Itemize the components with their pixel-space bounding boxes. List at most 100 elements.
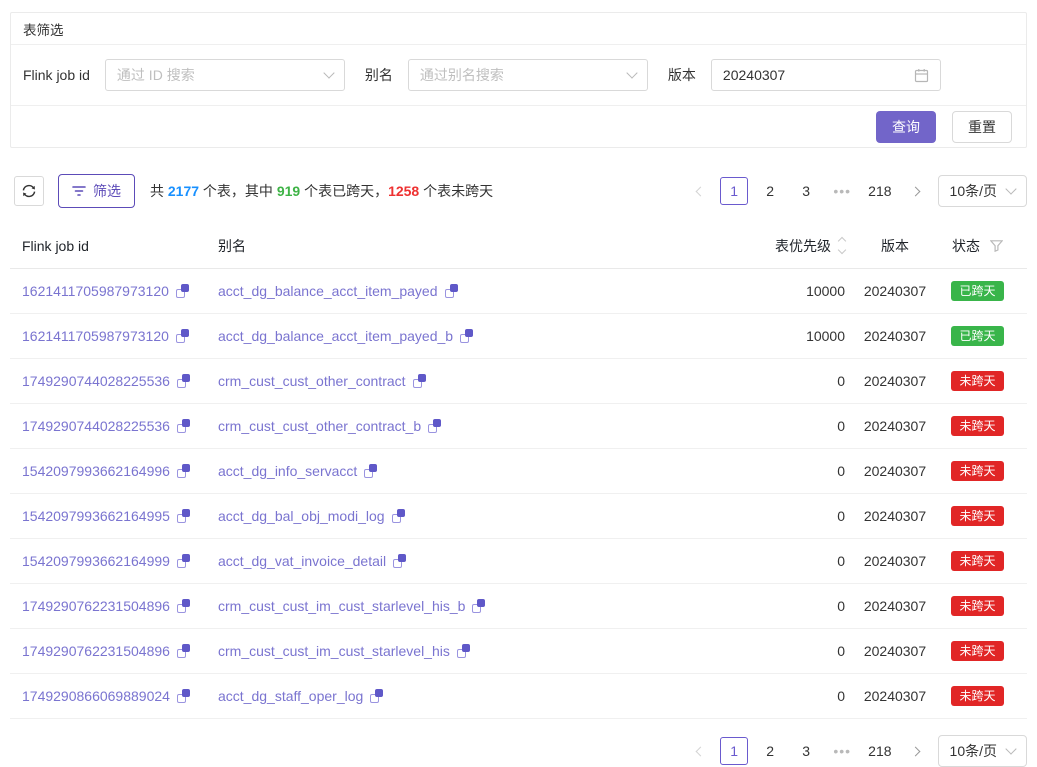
page-ellipsis[interactable]: ••• — [828, 177, 856, 205]
table-row: 1749290866069889024 acct_dg_staff_oper_l… — [10, 674, 1027, 719]
version-date-input[interactable]: 20240307 — [711, 59, 941, 91]
copy-icon[interactable] — [177, 554, 190, 568]
reset-button[interactable]: 重置 — [952, 111, 1012, 143]
flink-job-id-link[interactable]: 1542097993662164995 — [22, 508, 170, 524]
priority-cell: 0 — [720, 463, 850, 479]
copy-icon[interactable] — [413, 374, 426, 388]
version-cell: 20240307 — [850, 328, 940, 344]
prev-page-button[interactable] — [688, 737, 712, 765]
filter-button[interactable]: 筛选 — [58, 174, 135, 208]
stats-prefix: 共 — [150, 183, 168, 199]
copy-icon[interactable] — [460, 329, 473, 343]
version-cell: 20240307 — [850, 688, 940, 704]
copy-icon[interactable] — [364, 464, 377, 478]
alias-link[interactable]: crm_cust_cust_im_cust_starlevel_his — [218, 643, 450, 659]
alias-link[interactable]: crm_cust_cust_other_contract_b — [218, 418, 421, 434]
flink-job-id-link[interactable]: 1749290744028225536 — [22, 373, 170, 389]
copy-icon[interactable] — [392, 509, 405, 523]
priority-cell: 0 — [720, 598, 850, 614]
table-row: 1621411705987973120 acct_dg_balance_acct… — [10, 269, 1027, 314]
table-stats: 共 2177 个表，其中 919 个表已跨天，1258 个表未跨天 — [150, 181, 493, 201]
copy-icon[interactable] — [177, 374, 190, 388]
funnel-icon[interactable] — [990, 240, 1003, 252]
stats-suffix: 个表未跨天 — [419, 183, 493, 199]
stats-mid1: 个表，其中 — [199, 183, 277, 199]
copy-icon[interactable] — [177, 464, 190, 478]
flink-job-id-link[interactable]: 1749290866069889024 — [22, 688, 170, 704]
alias-link[interactable]: acct_dg_staff_oper_log — [218, 688, 363, 704]
table-row: 1749290762231504896 crm_cust_cust_im_cus… — [10, 629, 1027, 674]
refresh-button[interactable] — [14, 176, 44, 206]
alias-placeholder: 通过别名搜索 — [420, 65, 628, 85]
copy-icon[interactable] — [177, 599, 190, 613]
page-button-1[interactable]: 1 — [720, 737, 748, 765]
stats-total-count: 2177 — [168, 183, 199, 199]
filter-card: 表筛选 Flink job id 通过 ID 搜索 别名 通过别名搜索 版本 2… — [10, 12, 1027, 148]
status-badge: 未跨天 — [951, 506, 1003, 526]
copy-icon[interactable] — [445, 284, 458, 298]
table-row: 1542097993662164999 acct_dg_vat_invoice_… — [10, 539, 1027, 584]
priority-cell: 10000 — [720, 328, 850, 344]
copy-icon[interactable] — [428, 419, 441, 433]
chevron-down-icon — [1005, 743, 1016, 754]
flink-job-id-link[interactable]: 1542097993662164999 — [22, 553, 170, 569]
flink-job-id-link[interactable]: 1749290744028225536 — [22, 418, 170, 434]
copy-icon[interactable] — [177, 509, 190, 523]
status-badge: 未跨天 — [951, 416, 1003, 436]
status-badge: 已跨天 — [951, 281, 1003, 301]
page-size-value: 10条/页 — [950, 741, 997, 761]
alias-link[interactable]: acct_dg_balance_acct_item_payed — [218, 283, 438, 299]
page-button-last[interactable]: 218 — [864, 177, 895, 205]
alias-link[interactable]: acct_dg_balance_acct_item_payed_b — [218, 328, 453, 344]
status-badge: 未跨天 — [951, 641, 1003, 661]
page-button-last[interactable]: 218 — [864, 737, 895, 765]
copy-icon[interactable] — [176, 284, 189, 298]
alias-link[interactable]: acct_dg_vat_invoice_detail — [218, 553, 386, 569]
flink-job-id-placeholder: 通过 ID 搜索 — [117, 65, 325, 85]
prev-page-button[interactable] — [688, 177, 712, 205]
alias-link[interactable]: crm_cust_cust_im_cust_starlevel_his_b — [218, 598, 465, 614]
flink-job-id-link[interactable]: 1621411705987973120 — [22, 283, 169, 299]
flink-job-id-link[interactable]: 1749290762231504896 — [22, 598, 170, 614]
header-priority[interactable]: 表优先级 — [720, 236, 850, 256]
flink-job-id-link[interactable]: 1749290762231504896 — [22, 643, 170, 659]
alias-link[interactable]: acct_dg_info_servacct — [218, 463, 357, 479]
page-button-3[interactable]: 3 — [792, 177, 820, 205]
priority-cell: 0 — [720, 553, 850, 569]
version-cell: 20240307 — [850, 598, 940, 614]
sort-carets-icon[interactable] — [839, 238, 845, 253]
next-page-button[interactable] — [904, 737, 928, 765]
next-page-button[interactable] — [904, 177, 928, 205]
page-button-2[interactable]: 2 — [756, 177, 784, 205]
version-value: 20240307 — [723, 67, 914, 83]
refresh-icon — [21, 183, 37, 199]
page-size-select[interactable]: 10条/页 — [938, 175, 1027, 207]
alias-link[interactable]: crm_cust_cust_other_contract — [218, 373, 406, 389]
copy-icon[interactable] — [457, 644, 470, 658]
flink-job-id-select[interactable]: 通过 ID 搜索 — [105, 59, 345, 91]
calendar-icon — [914, 68, 929, 83]
page-button-2[interactable]: 2 — [756, 737, 784, 765]
priority-cell: 0 — [720, 373, 850, 389]
query-button[interactable]: 查询 — [876, 111, 936, 143]
table-row: 1542097993662164996 acct_dg_info_servacc… — [10, 449, 1027, 494]
copy-icon[interactable] — [177, 419, 190, 433]
copy-icon[interactable] — [177, 689, 190, 703]
field-alias: 别名 通过别名搜索 — [365, 59, 648, 91]
filter-button-label: 筛选 — [93, 181, 121, 201]
alias-link[interactable]: acct_dg_bal_obj_modi_log — [218, 508, 385, 524]
field-version: 版本 20240307 — [668, 59, 941, 91]
copy-icon[interactable] — [472, 599, 485, 613]
flink-job-id-link[interactable]: 1542097993662164996 — [22, 463, 170, 479]
page-button-3[interactable]: 3 — [792, 737, 820, 765]
alias-select[interactable]: 通过别名搜索 — [408, 59, 648, 91]
copy-icon[interactable] — [393, 554, 406, 568]
version-cell: 20240307 — [850, 553, 940, 569]
page-button-1[interactable]: 1 — [720, 177, 748, 205]
copy-icon[interactable] — [370, 689, 383, 703]
flink-job-id-link[interactable]: 1621411705987973120 — [22, 328, 169, 344]
copy-icon[interactable] — [177, 644, 190, 658]
page-ellipsis[interactable]: ••• — [828, 737, 856, 765]
page-size-select[interactable]: 10条/页 — [938, 735, 1027, 767]
copy-icon[interactable] — [176, 329, 189, 343]
